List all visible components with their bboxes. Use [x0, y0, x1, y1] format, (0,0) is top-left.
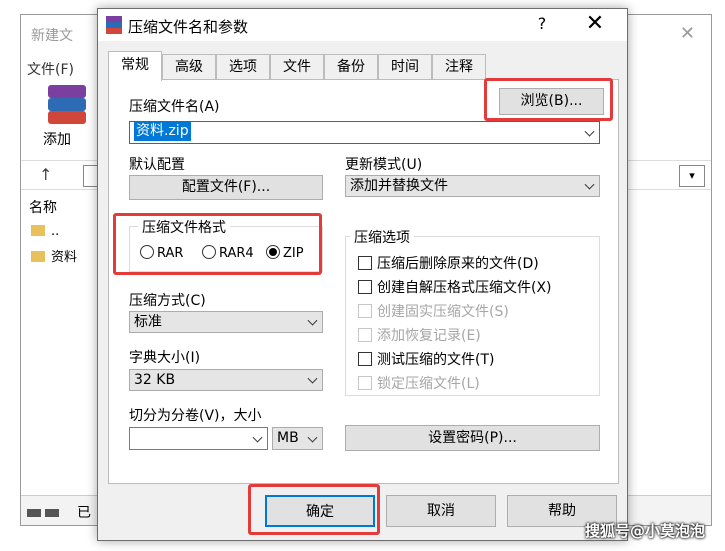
checkbox-icon [358, 376, 372, 390]
background-status-text: 已 [77, 505, 91, 521]
background-menu-file[interactable]: 文件(F) [27, 59, 74, 79]
default-profile-label: 默认配置 [129, 157, 185, 173]
chevron-down-icon[interactable] [584, 179, 595, 190]
option-label: 锁定压缩文件(L) [377, 376, 480, 392]
dict-select[interactable]: 32 KB [129, 369, 323, 391]
folder-icon [31, 225, 45, 236]
background-add-button[interactable]: 添加 [43, 85, 91, 148]
chevron-down-icon[interactable] [307, 373, 318, 384]
checkbox-icon [358, 280, 372, 294]
list-item-label: 资料 [51, 250, 78, 265]
split-size-input[interactable] [129, 427, 268, 450]
split-unit-select[interactable]: MB [272, 427, 323, 450]
option-label: 创建固实压缩文件(S) [377, 304, 509, 320]
general-tab-panel: 压缩文件名(A) 浏览(B)... 资料.zip 默认配置 配置文件(F)...… [108, 79, 619, 484]
tab-files[interactable]: 文件 [270, 54, 324, 80]
options-group: 压缩选项 压缩后删除原来的文件(D) 创建自解压格式压缩文件(X) 创建固实压缩… [345, 227, 600, 396]
update-mode-select[interactable]: 添加并替换文件 [345, 175, 600, 197]
folder-icon [31, 251, 45, 262]
help-icon[interactable]: ? [532, 14, 552, 33]
list-item[interactable]: .. [31, 224, 59, 239]
profile-button[interactable]: 配置文件(F)... [129, 175, 323, 200]
split-unit-value: MB [277, 430, 299, 446]
dialog-titlebar: 压缩文件名和参数 ? ✕ [98, 9, 627, 41]
chevron-down-icon[interactable] [584, 126, 595, 137]
tab-comment[interactable]: 注释 [432, 54, 486, 80]
archive-name-value: 资料.zip [134, 122, 191, 141]
option-label: 创建自解压格式压缩文件(X) [377, 280, 552, 296]
background-add-label: 添加 [43, 132, 71, 148]
background-close-icon[interactable]: ✕ [680, 23, 695, 44]
watermark: 搜狐号@小莫泡泡 [585, 522, 706, 540]
option-test[interactable]: 测试压缩的文件(T) [358, 349, 494, 369]
split-label: 切分为分卷(V)，大小 [129, 408, 262, 424]
checkbox-icon [358, 256, 372, 270]
up-arrow-icon[interactable]: ↑ [39, 165, 52, 184]
chevron-down-icon[interactable] [252, 432, 263, 443]
option-delete-after[interactable]: 压缩后删除原来的文件(D) [358, 253, 539, 273]
cancel-button[interactable]: 取消 [386, 495, 496, 527]
archive-name-input[interactable]: 资料.zip [129, 121, 600, 144]
archive-name-label: 压缩文件名(A) [129, 99, 220, 115]
winrar-icon [106, 16, 122, 34]
winrar-add-icon [48, 85, 86, 125]
highlight-browse [484, 78, 613, 121]
tab-backup[interactable]: 备份 [324, 54, 378, 80]
background-window-title: 新建文 [31, 28, 73, 44]
option-label: 测试压缩的文件(T) [377, 352, 495, 368]
dict-label: 字典大小(I) [129, 350, 201, 366]
method-label: 压缩方式(C) [129, 293, 206, 309]
checkbox-icon [358, 352, 372, 366]
list-item-label: .. [51, 224, 60, 239]
option-recovery: 添加恢复记录(E) [358, 325, 481, 345]
checkbox-icon [358, 304, 372, 318]
option-lock: 锁定压缩文件(L) [358, 373, 480, 393]
dict-value: 32 KB [134, 372, 176, 388]
list-item[interactable]: 资料 [31, 246, 77, 265]
method-select[interactable]: 标准 [129, 311, 323, 333]
chevron-down-icon[interactable] [307, 432, 318, 443]
option-label: 压缩后删除原来的文件(D) [377, 256, 539, 272]
background-column-name[interactable]: 名称 [29, 197, 57, 217]
option-solid: 创建固实压缩文件(S) [358, 301, 509, 321]
dialog-title: 压缩文件名和参数 [128, 18, 249, 36]
set-password-button[interactable]: 设置密码(P)... [345, 425, 600, 451]
update-mode-value: 添加并替换文件 [350, 178, 448, 194]
checkbox-icon [358, 328, 372, 342]
update-mode-label: 更新模式(U) [345, 157, 423, 173]
option-label: 添加恢复记录(E) [377, 328, 481, 344]
option-sfx[interactable]: 创建自解压格式压缩文件(X) [358, 277, 552, 297]
tab-time[interactable]: 时间 [378, 54, 432, 80]
tab-advanced[interactable]: 高级 [162, 54, 216, 80]
tab-options[interactable]: 选项 [216, 54, 270, 80]
close-icon[interactable]: ✕ [582, 11, 608, 36]
options-group-title: 压缩选项 [350, 227, 414, 247]
tab-general[interactable]: 常规 [108, 51, 162, 81]
highlight-format [113, 213, 322, 275]
drive-icon [27, 506, 67, 517]
method-value: 标准 [134, 314, 162, 330]
chevron-down-icon[interactable] [307, 315, 318, 326]
highlight-ok [248, 484, 380, 535]
background-address-dropdown-icon[interactable]: ▾ [679, 165, 705, 187]
